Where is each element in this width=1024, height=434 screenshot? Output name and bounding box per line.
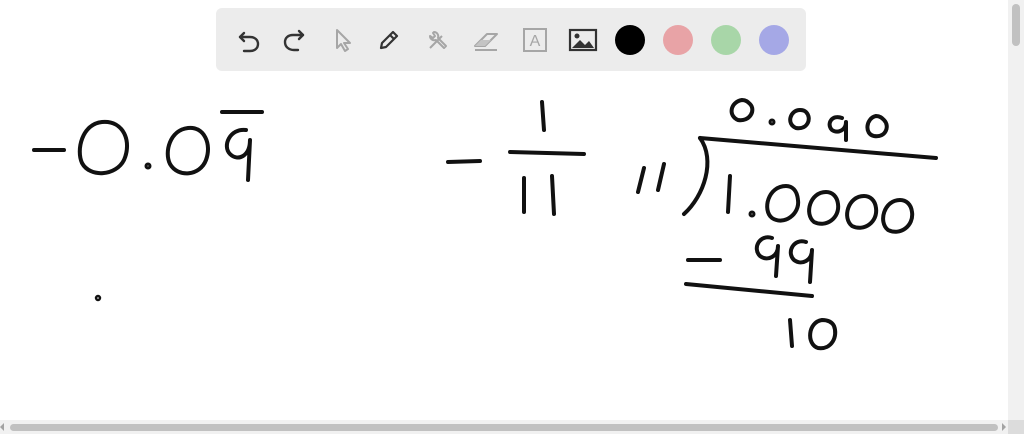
ink-digit-zero (77, 119, 129, 176)
ink-quotient-point (768, 118, 776, 126)
scroll-right-arrow[interactable] (1002, 423, 1006, 431)
text-icon: A (523, 28, 547, 52)
text-icon-glyph: A (530, 33, 541, 50)
tools-button[interactable] (419, 21, 457, 59)
ink-digit-one (788, 318, 794, 348)
undo-button[interactable] (230, 21, 268, 59)
color-swatch (615, 25, 645, 55)
undo-icon (238, 31, 260, 53)
ink-digit-one (550, 174, 556, 216)
vertical-scroll-thumb[interactable] (1012, 4, 1020, 46)
ink-quotient-digit-zero (788, 108, 811, 131)
ink-dividend-digit-zero (765, 184, 801, 223)
ink-dividend-digit-zero (845, 194, 879, 230)
ink-minus-sign (446, 159, 482, 164)
ink-dividend-digit-zero (807, 190, 841, 226)
color-swatch (759, 25, 789, 55)
scroll-left-arrow[interactable] (0, 423, 4, 431)
ink-division-bar (698, 136, 938, 160)
ink-digit-nine (788, 239, 814, 284)
pen-icon (379, 30, 399, 50)
color-green-button[interactable] (707, 21, 745, 59)
drawing-toolbar: A (216, 8, 806, 71)
ink-dividend-digit-one (726, 174, 732, 214)
tools-icon (429, 31, 447, 49)
color-purple-button[interactable] (755, 21, 793, 59)
ink-subtraction-line (684, 282, 814, 298)
eraser-icon (474, 33, 498, 51)
scrollbar-corner (1008, 420, 1024, 434)
image-icon (568, 28, 598, 52)
color-black-button[interactable] (611, 21, 649, 59)
horizontal-scrollbar[interactable] (0, 420, 1008, 434)
ink-dividend-digit-zero (881, 198, 915, 234)
ink-quotient-digit-zero (729, 98, 755, 123)
color-pink-button[interactable] (659, 21, 697, 59)
ink-divisor-one (656, 162, 666, 192)
text-button[interactable]: A (516, 21, 554, 59)
horizontal-scroll-thumb[interactable] (10, 424, 998, 431)
ink-division-bracket (682, 136, 710, 216)
ink-divisor-one (636, 166, 646, 194)
ink-decimal-point (144, 162, 152, 170)
redo-button[interactable] (275, 21, 313, 59)
ink-digit-nine (754, 235, 780, 278)
ink-fraction-bar (508, 150, 586, 156)
vertical-scrollbar[interactable] (1008, 0, 1024, 420)
select-pointer-icon (336, 29, 351, 52)
image-button[interactable] (564, 21, 602, 59)
select-button[interactable] (324, 21, 362, 59)
color-swatch (711, 25, 741, 55)
ink-digit-one (540, 100, 546, 132)
ink-dividend-point (748, 210, 756, 218)
eraser-button[interactable] (467, 21, 505, 59)
ink-digit-zero (808, 318, 838, 351)
ink-dot (94, 294, 102, 302)
redo-icon (283, 29, 305, 52)
ink-digit-nine (224, 127, 252, 182)
ink-quotient-digit-zero (865, 114, 889, 139)
ink-digit-zero (165, 125, 210, 176)
color-swatch (663, 25, 693, 55)
ink-quotient-digit-nine (827, 115, 848, 142)
pen-button[interactable] (370, 21, 408, 59)
